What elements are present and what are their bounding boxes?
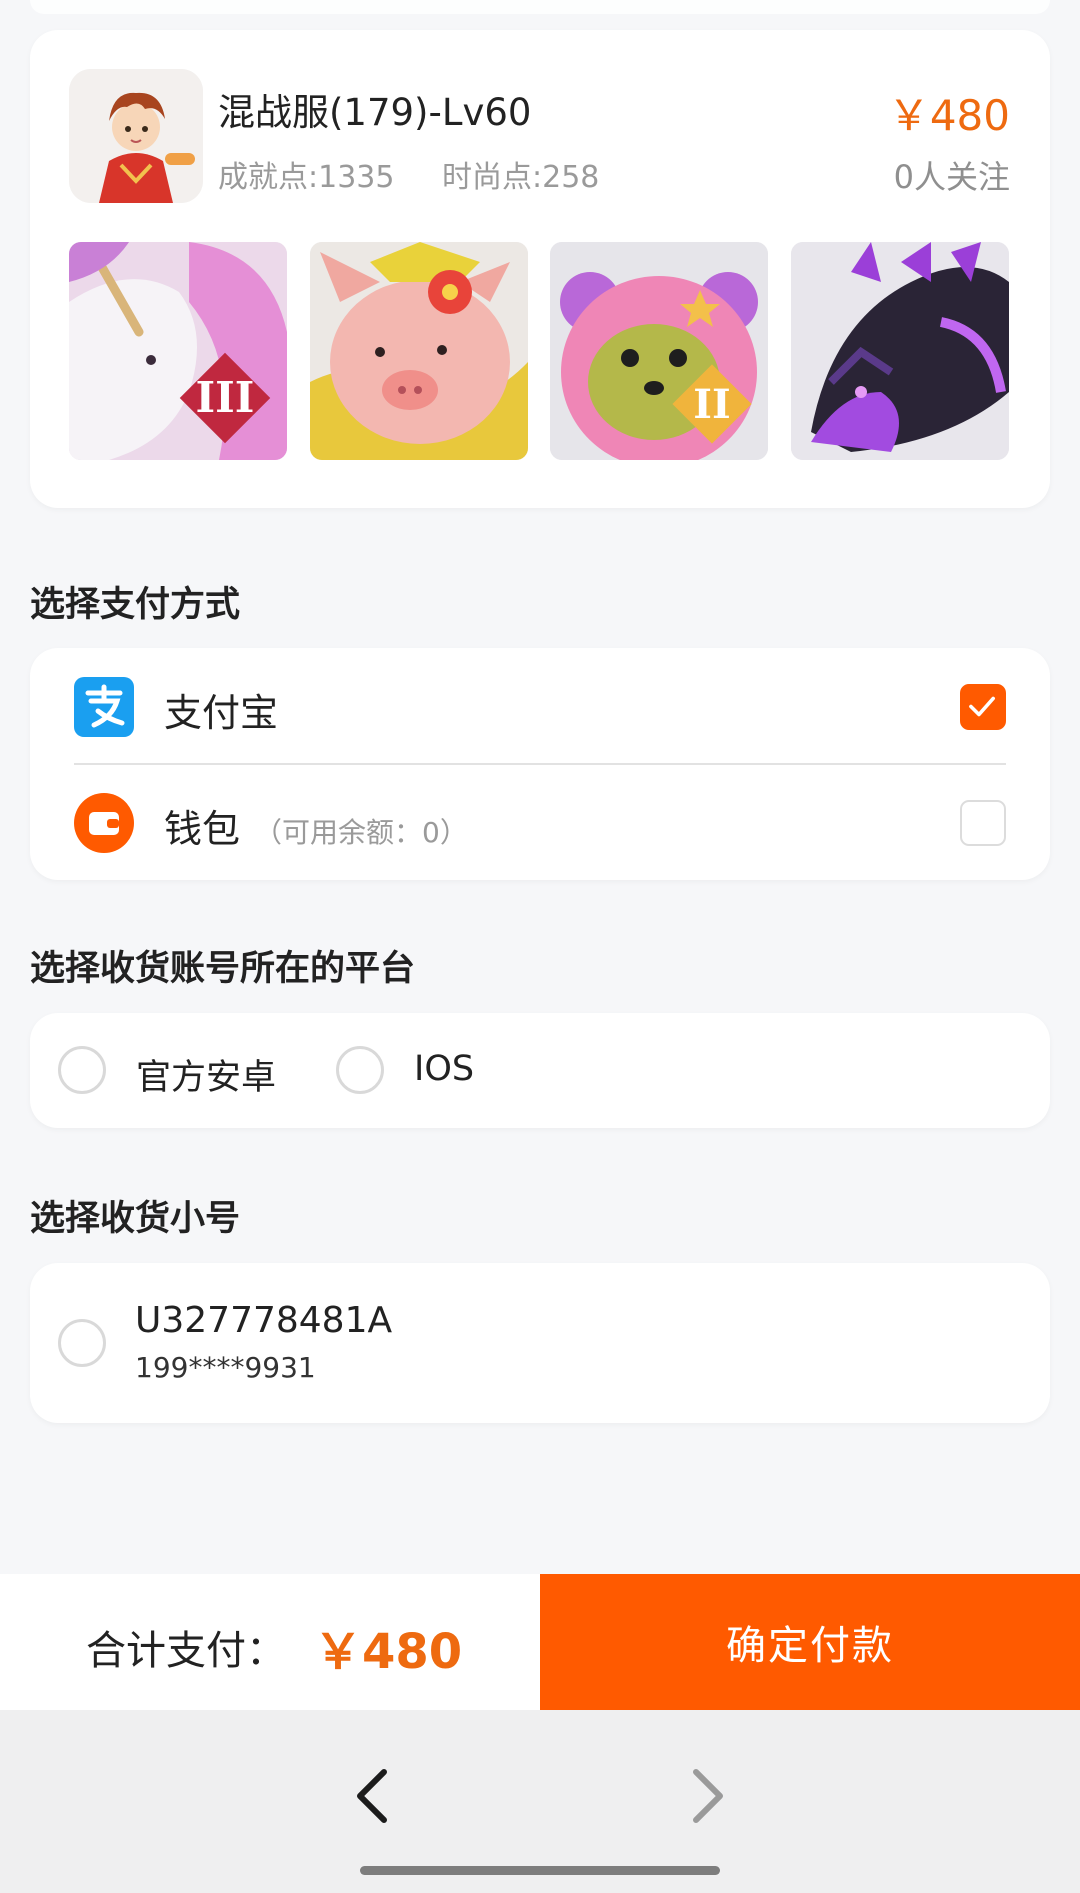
tier-badge-2: II (693, 381, 730, 428)
platform-radio-android[interactable] (58, 1046, 106, 1094)
platform-label-ios[interactable]: IOS (414, 1049, 474, 1089)
account-radio[interactable] (58, 1319, 106, 1367)
product-name: 混战服(179)-Lv60 (218, 91, 532, 134)
account-id: U327778481A (135, 1300, 393, 1341)
wallet-label-text: 钱包 (164, 807, 241, 851)
achievement-points: 成就点:1335 (218, 160, 395, 195)
platform-label-android[interactable]: 官方安卓 (136, 1049, 276, 1100)
account-card[interactable]: U327778481A 199****9931 (30, 1263, 1050, 1423)
total-amount: ￥480 (314, 1624, 463, 1680)
payment-method-card: 支付宝 钱包 （可用余额：0） (30, 648, 1050, 880)
order-confirm-page: 混战服(179)-Lv60 成就点:1335 时尚点:258 ￥480 0人关注… (0, 0, 1080, 1893)
product-price: ￥480 (887, 91, 1010, 140)
payment-option-alipay[interactable]: 支付宝 (30, 648, 1050, 764)
forward-arrow-icon[interactable] (686, 1766, 730, 1826)
tier-badge-3: III (196, 373, 255, 422)
navigation-bar (0, 1710, 1080, 1893)
product-card[interactable]: 混战服(179)-Lv60 成就点:1335 时尚点:258 ￥480 0人关注… (30, 30, 1050, 508)
platform-radio-ios[interactable] (336, 1046, 384, 1094)
platform-card: 官方安卓 IOS (30, 1013, 1050, 1128)
character-avatar (69, 69, 203, 203)
bear-pet-thumbnail[interactable]: II (550, 242, 768, 460)
checkout-bar: 合计支付： ￥480 确定付款 (0, 1574, 1080, 1710)
payment-option-wallet[interactable]: 钱包 （可用余额：0） (30, 764, 1050, 880)
account-section-title: 选择收货小号 (30, 1199, 241, 1239)
checkmark-icon (969, 696, 995, 717)
dragon-mount-thumbnail[interactable] (791, 242, 1009, 460)
pig-pet-thumbnail[interactable] (310, 242, 528, 460)
unicorn-mount-thumbnail[interactable]: III (69, 242, 287, 460)
platform-section-title: 选择收货账号所在的平台 (30, 949, 416, 989)
account-phone: 199****9931 (135, 1351, 316, 1384)
wallet-icon (74, 793, 134, 853)
payment-section-title: 选择支付方式 (30, 585, 241, 625)
alipay-icon (74, 677, 134, 737)
fashion-points: 时尚点:258 (442, 160, 600, 195)
wallet-checkbox[interactable] (960, 800, 1006, 846)
previous-card-edge (30, 0, 1050, 14)
alipay-label: 支付宝 (164, 691, 279, 735)
home-indicator[interactable] (360, 1866, 720, 1875)
alipay-checkbox[interactable] (960, 684, 1006, 730)
follower-count: 0人关注 (893, 158, 1010, 196)
total-label: 合计支付： (86, 1628, 286, 1674)
wallet-label: 钱包 （可用余额：0） (164, 798, 468, 853)
back-arrow-icon[interactable] (350, 1766, 394, 1826)
wallet-balance: （可用余额：0） (254, 816, 468, 849)
confirm-payment-button[interactable]: 确定付款 (540, 1574, 1080, 1710)
